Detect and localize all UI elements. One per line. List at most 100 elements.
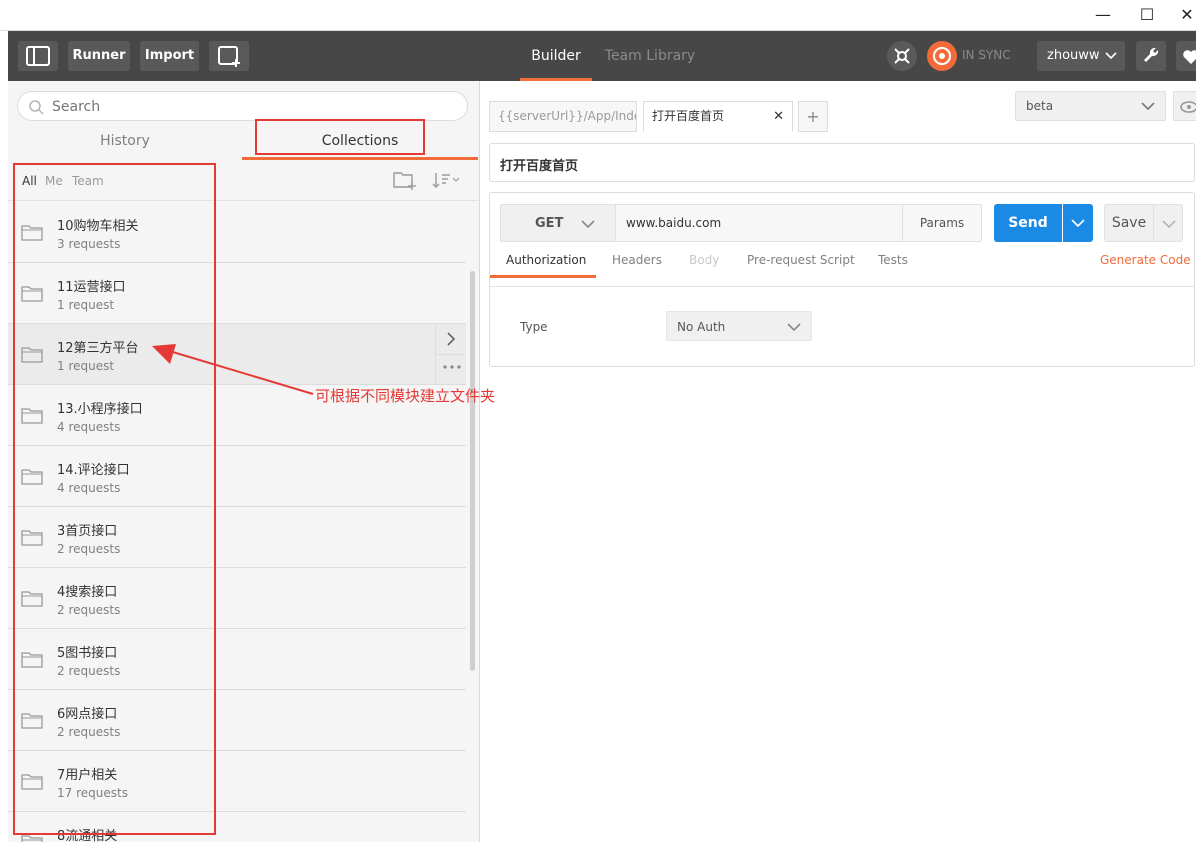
- postman-app: Runner Import Builder Team Library IN SY…: [8, 31, 1196, 842]
- collection-name: 8流通相关: [57, 829, 118, 842]
- folder-icon: [21, 530, 43, 546]
- tab-builder[interactable]: Builder: [520, 31, 592, 81]
- collection-item[interactable]: 4搜索接口 2 requests: [8, 568, 466, 629]
- collection-request-count: 4 requests: [57, 481, 121, 495]
- collection-actions: [435, 324, 466, 384]
- collection-name: 6网点接口: [57, 707, 118, 722]
- close-tab-icon[interactable]: ✕: [773, 102, 784, 131]
- filter-all[interactable]: All: [22, 174, 37, 188]
- send-options-button[interactable]: [1063, 204, 1093, 242]
- collection-request-count: 2 requests: [57, 725, 121, 739]
- sync-status-button[interactable]: [927, 41, 957, 71]
- collection-list: 10购物车相关 3 requests 11运营接口 1 request 12第三方平台 1…: [8, 202, 466, 842]
- request-name: 打开百度首页: [500, 159, 579, 174]
- environment-value: beta: [1026, 99, 1054, 113]
- environment-select[interactable]: beta: [1015, 91, 1166, 121]
- request-tab-label: 打开百度首页: [652, 109, 725, 123]
- sidebar-icon: [26, 46, 50, 66]
- search-input[interactable]: [52, 96, 452, 118]
- maximize-button[interactable]: ☐: [1135, 4, 1159, 26]
- interceptor-button[interactable]: [887, 41, 917, 71]
- subtab-divider: [490, 286, 1194, 287]
- folder-icon: [21, 591, 43, 607]
- filter-me[interactable]: Me: [45, 174, 63, 188]
- save-options-button[interactable]: [1154, 204, 1183, 242]
- collection-name: 5图书接口: [57, 646, 118, 661]
- generate-code-link[interactable]: Generate Code: [1100, 253, 1191, 267]
- toggle-sidebar-button[interactable]: [18, 41, 58, 71]
- tab-team-library[interactable]: Team Library: [598, 31, 702, 81]
- tab-headers[interactable]: Headers: [612, 253, 662, 267]
- params-button[interactable]: Params: [902, 204, 982, 242]
- sidebar: History Collections All Me Team 10购物车相关 3…: [8, 81, 480, 842]
- chevron-down-icon: [1162, 220, 1176, 228]
- sidebar-scrollbar[interactable]: [470, 271, 475, 671]
- new-window-button[interactable]: [209, 41, 249, 71]
- eye-icon: [1180, 101, 1196, 113]
- collection-name: 3首页接口: [57, 524, 118, 539]
- folder-icon: [21, 408, 43, 424]
- settings-button[interactable]: [1136, 41, 1166, 71]
- collection-name: 13.小程序接口: [57, 402, 143, 417]
- collection-item[interactable]: 8流通相关: [8, 812, 466, 842]
- tab-body[interactable]: Body: [689, 253, 719, 267]
- collection-item[interactable]: 3首页接口 2 requests: [8, 507, 466, 568]
- collection-item[interactable]: 7用户相关 17 requests: [8, 751, 466, 812]
- search-box[interactable]: [17, 91, 468, 121]
- auth-type-select[interactable]: No Auth: [666, 311, 812, 341]
- collection-name: 10购物车相关: [57, 219, 139, 234]
- collection-request-count: 1 request: [57, 359, 115, 373]
- request-tab-1[interactable]: {{serverUrl}}/App/Index/: [489, 101, 637, 132]
- collection-request-count: 2 requests: [57, 664, 121, 678]
- folder-icon: [21, 286, 43, 302]
- filter-team[interactable]: Team: [72, 174, 104, 188]
- collection-name: 14.评论接口: [57, 463, 130, 478]
- folder-icon: [21, 835, 43, 842]
- request-name-bar[interactable]: 打开百度首页: [489, 143, 1195, 182]
- tab-tests[interactable]: Tests: [878, 253, 908, 267]
- wrench-icon: [1144, 47, 1159, 62]
- heart-button[interactable]: [1176, 41, 1196, 71]
- collection-item[interactable]: 11运营接口 1 request: [8, 263, 466, 324]
- minimize-button[interactable]: —: [1091, 4, 1115, 26]
- runner-button[interactable]: Runner: [68, 41, 130, 71]
- chevron-down-icon: [787, 323, 801, 332]
- more-icon[interactable]: [442, 364, 462, 370]
- actions-divider: [436, 354, 466, 355]
- save-button[interactable]: Save: [1104, 204, 1154, 242]
- collection-request-count: 3 requests: [57, 237, 121, 251]
- sort-icon[interactable]: [432, 171, 460, 189]
- close-window-button[interactable]: ✕: [1175, 4, 1196, 26]
- tab-history[interactable]: History: [8, 123, 242, 159]
- send-button[interactable]: Send: [994, 204, 1062, 242]
- collections-underline: [242, 157, 478, 160]
- collection-item[interactable]: 5图书接口 2 requests: [8, 629, 466, 690]
- collection-item[interactable]: 14.评论接口 4 requests: [8, 446, 466, 507]
- sync-icon: [933, 47, 951, 65]
- collection-name: 12第三方平台: [57, 341, 139, 356]
- new-collection-icon[interactable]: [392, 170, 418, 190]
- chevron-right-icon[interactable]: [445, 332, 457, 346]
- annotation-arrow: [152, 344, 314, 395]
- method-select[interactable]: GET: [500, 204, 616, 242]
- annotation-text: 可根据不同模块建立文件夹: [315, 387, 496, 405]
- collection-request-count: 2 requests: [57, 542, 121, 556]
- collection-item[interactable]: 6网点接口 2 requests: [8, 690, 466, 751]
- tab-prerequest-script[interactable]: Pre-request Script: [747, 253, 855, 267]
- heart-icon: [1183, 50, 1196, 64]
- method-value: GET: [535, 216, 564, 231]
- collection-item[interactable]: 10购物车相关 3 requests: [8, 202, 466, 263]
- chevron-down-icon: [1071, 219, 1085, 228]
- user-name: zhouww: [1047, 48, 1100, 63]
- chevron-down-icon: [581, 220, 595, 229]
- user-dropdown[interactable]: zhouww: [1037, 41, 1125, 71]
- folder-icon: [21, 225, 43, 241]
- tab-collections[interactable]: Collections: [242, 123, 478, 159]
- import-button[interactable]: Import: [140, 41, 199, 71]
- tab-authorization[interactable]: Authorization: [506, 253, 586, 267]
- request-tab-2[interactable]: 打开百度首页 ✕: [643, 101, 793, 132]
- add-tab-button[interactable]: +: [798, 101, 828, 132]
- quick-look-button[interactable]: [1173, 91, 1196, 121]
- url-input[interactable]: www.baidu.com: [616, 204, 902, 242]
- satellite-icon: [894, 48, 910, 64]
